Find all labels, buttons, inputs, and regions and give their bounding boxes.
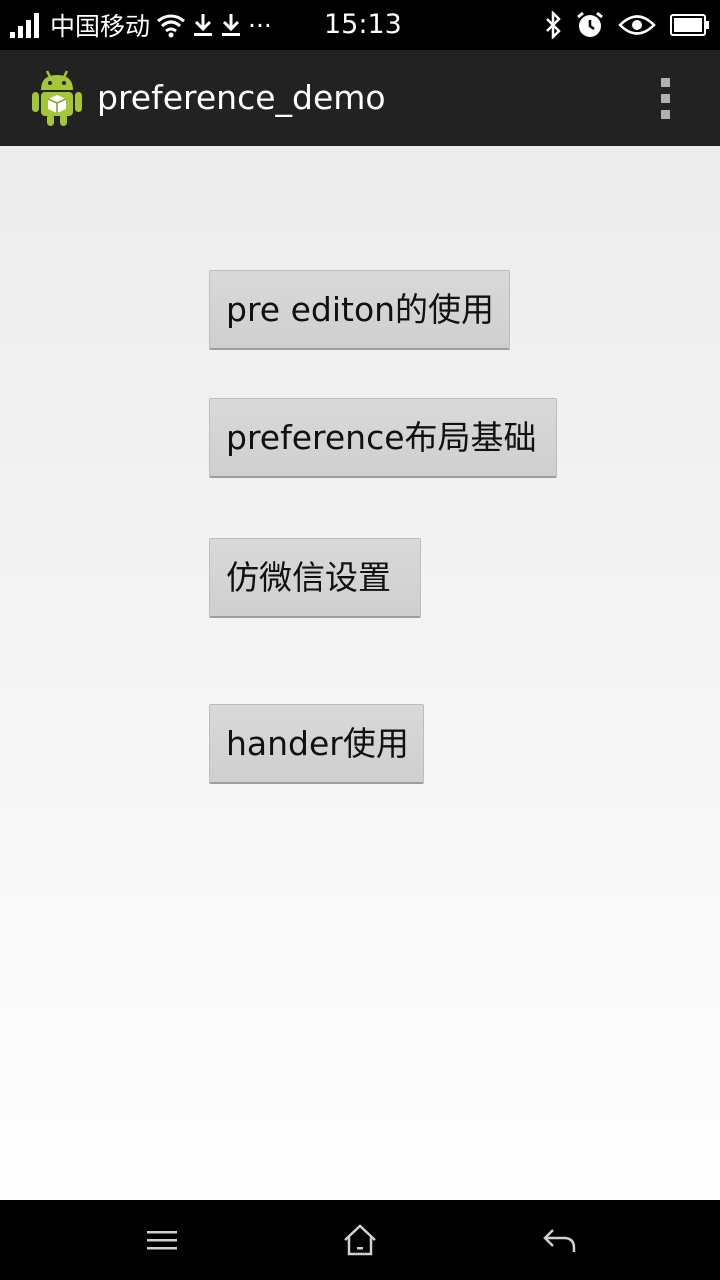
- carrier-name: 中国移动: [50, 12, 151, 41]
- status-left: 中国移动 ···: [10, 0, 272, 50]
- more-notifications-indicator: ···: [248, 10, 272, 40]
- clock: 15:13: [324, 9, 402, 40]
- battery-icon: [670, 14, 710, 36]
- eye-icon: [618, 14, 656, 36]
- status-right: [544, 0, 710, 50]
- wifi-icon: [156, 12, 186, 38]
- status-bar: 中国移动 ··· 15:13: [0, 0, 720, 50]
- overflow-dot: [660, 77, 670, 87]
- android-app-icon[interactable]: [30, 68, 84, 128]
- alarm-icon: [576, 11, 604, 39]
- preference-layout-button[interactable]: preference布局基础: [209, 398, 557, 478]
- download-icon: [220, 12, 242, 38]
- overflow-dot: [660, 109, 670, 119]
- menu-icon[interactable]: [138, 1218, 186, 1262]
- wechat-settings-button[interactable]: 仿微信设置: [209, 538, 421, 618]
- back-icon[interactable]: [536, 1218, 584, 1262]
- signal-icon: [10, 12, 44, 38]
- overflow-dot: [660, 93, 670, 103]
- overflow-menu-icon[interactable]: [640, 72, 690, 124]
- download-icon: [192, 12, 214, 38]
- home-icon[interactable]: [336, 1218, 384, 1262]
- bluetooth-icon: [544, 11, 562, 39]
- handler-usage-button[interactable]: hander使用: [209, 704, 424, 784]
- pre-edition-button[interactable]: pre editon的使用: [209, 270, 510, 350]
- app-title: preference_demo: [97, 78, 386, 117]
